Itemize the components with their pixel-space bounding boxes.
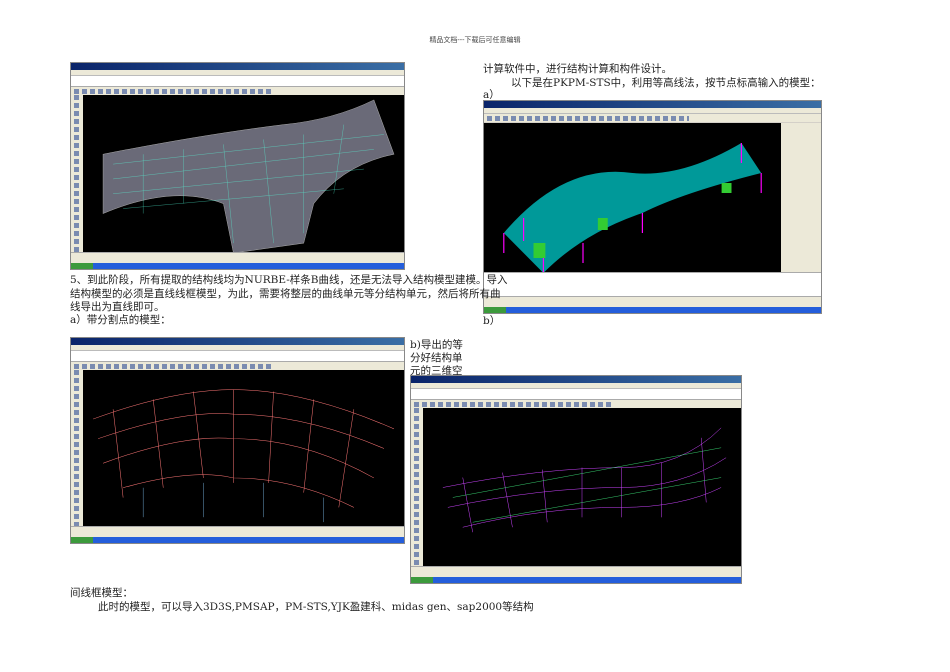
bottom-line-1: 间线框模型： <box>70 587 133 599</box>
rhino-screenshot-line-frame <box>410 375 742 584</box>
rhino-screenshot-curved-model <box>70 62 405 270</box>
line-frame-model-image <box>442 427 727 533</box>
rhino-screenshot-split-points <box>70 337 405 544</box>
caption-b-line-2: 分好结构单 <box>410 352 463 364</box>
pkpm-screenshot-contour-model <box>483 100 822 314</box>
pkpm-model-image <box>503 143 762 273</box>
caption-b-line-1: b)导出的等 <box>410 339 463 351</box>
para5-line-1: 5、到此阶段，所有提取的结构线均为NURBE-样条B曲线，还是无法导入结构模型建… <box>70 274 508 286</box>
split-point-model-image <box>92 389 395 523</box>
page-header: 精品文档---下载后可任意编辑 <box>429 36 521 44</box>
right-text-line-2: 以下是在PKPM-STS中，利用等高线法，按节点标高输入的模型： <box>511 77 821 89</box>
label-a-left: a）带分割点的模型： <box>70 314 171 326</box>
label-b-right: b） <box>483 315 501 327</box>
para5-line-2: 结构模型的必须是直线线框模型，为此，需要将整层的曲线单元等分结构单元，然后将所有… <box>70 288 501 300</box>
wireframe-model-image <box>102 99 395 253</box>
right-text-line-1: 计算软件中，进行结构计算和构件设计。 <box>483 63 672 75</box>
para5-line-3: 线导出为直线即可。 <box>70 301 165 313</box>
bottom-line-2: 此时的模型，可以导入3D3S,PMSAP，PM-STS,YJK盈建科、midas… <box>98 601 534 613</box>
